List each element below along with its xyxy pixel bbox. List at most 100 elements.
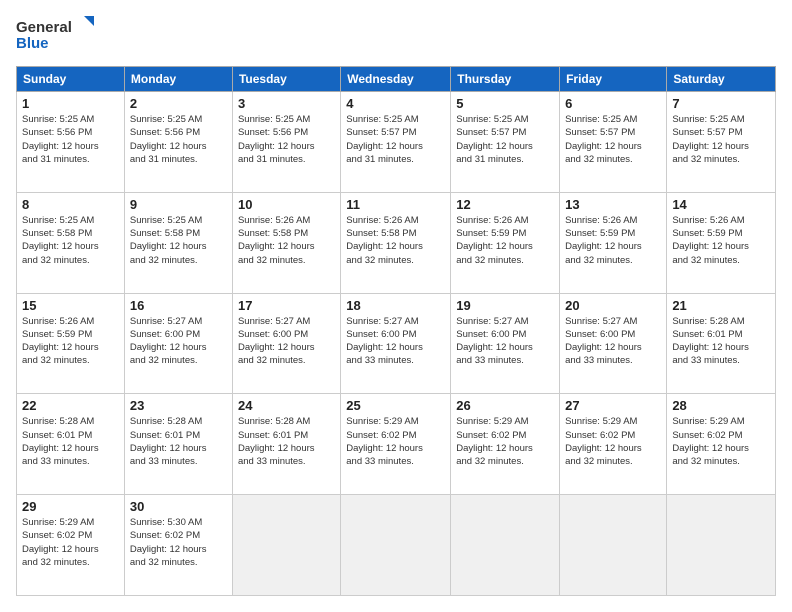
weekday-row: SundayMondayTuesdayWednesdayThursdayFrid… (17, 67, 776, 92)
day-number: 24 (238, 398, 335, 413)
svg-text:Blue: Blue (16, 35, 49, 52)
day-number: 9 (130, 197, 227, 212)
day-info: Sunrise: 5:26 AM Sunset: 5:59 PM Dayligh… (456, 214, 554, 267)
calendar-cell: 3 Sunrise: 5:25 AM Sunset: 5:56 PM Daylig… (232, 92, 340, 193)
day-number: 12 (456, 197, 554, 212)
logo-svg: General Blue (16, 16, 96, 52)
day-info: Sunrise: 5:25 AM Sunset: 5:56 PM Dayligh… (238, 113, 335, 166)
calendar-cell: 29Sunrise: 5:29 AM Sunset: 6:02 PM Dayli… (17, 495, 125, 596)
day-info: Sunrise: 5:26 AM Sunset: 5:59 PM Dayligh… (565, 214, 661, 267)
calendar-cell: 27 Sunrise: 5:29 AM Sunset: 6:02 PM Dayli… (560, 394, 667, 495)
day-info: Sunrise: 5:29 AM Sunset: 6:02 PM Dayligh… (456, 415, 554, 468)
calendar-cell: 6 Sunrise: 5:25 AM Sunset: 5:57 PM Daylig… (560, 92, 667, 193)
day-number: 5 (456, 96, 554, 111)
day-number: 19 (456, 298, 554, 313)
day-info: Sunrise: 5:27 AM Sunset: 6:00 PM Dayligh… (238, 315, 335, 368)
calendar-week-row: 22 Sunrise: 5:28 AM Sunset: 6:01 PM Dayli… (17, 394, 776, 495)
calendar-body: 1Sunrise: 5:25 AM Sunset: 5:56 PM Daylig… (17, 92, 776, 596)
day-number: 20 (565, 298, 661, 313)
day-info: Sunrise: 5:29 AM Sunset: 6:02 PM Dayligh… (565, 415, 661, 468)
logo: General Blue (16, 16, 96, 52)
day-number: 27 (565, 398, 661, 413)
calendar-cell: 23 Sunrise: 5:28 AM Sunset: 6:01 PM Dayli… (124, 394, 232, 495)
calendar-cell: 13Sunrise: 5:26 AM Sunset: 5:59 PM Dayli… (560, 192, 667, 293)
day-number: 23 (130, 398, 227, 413)
calendar-cell: 9 Sunrise: 5:25 AM Sunset: 5:58 PM Daylig… (124, 192, 232, 293)
calendar-week-row: 1Sunrise: 5:25 AM Sunset: 5:56 PM Daylig… (17, 92, 776, 193)
day-info: Sunrise: 5:27 AM Sunset: 6:00 PM Dayligh… (456, 315, 554, 368)
day-number: 6 (565, 96, 661, 111)
calendar-cell: 28 Sunrise: 5:29 AM Sunset: 6:02 PM Dayli… (667, 394, 776, 495)
calendar-table: SundayMondayTuesdayWednesdayThursdayFrid… (16, 66, 776, 596)
page: General Blue SundayMondayTuesdayWednesda… (0, 0, 792, 612)
calendar-cell (451, 495, 560, 596)
day-info: Sunrise: 5:28 AM Sunset: 6:01 PM Dayligh… (22, 415, 119, 468)
day-info: Sunrise: 5:25 AM Sunset: 5:57 PM Dayligh… (672, 113, 770, 166)
day-info: Sunrise: 5:28 AM Sunset: 6:01 PM Dayligh… (130, 415, 227, 468)
day-number: 16 (130, 298, 227, 313)
day-number: 15 (22, 298, 119, 313)
day-info: Sunrise: 5:25 AM Sunset: 5:57 PM Dayligh… (565, 113, 661, 166)
day-info: Sunrise: 5:28 AM Sunset: 6:01 PM Dayligh… (672, 315, 770, 368)
day-number: 29 (22, 499, 119, 514)
calendar-cell: 7 Sunrise: 5:25 AM Sunset: 5:57 PM Daylig… (667, 92, 776, 193)
calendar-cell: 26 Sunrise: 5:29 AM Sunset: 6:02 PM Dayli… (451, 394, 560, 495)
calendar-cell: 5Sunrise: 5:25 AM Sunset: 5:57 PM Daylig… (451, 92, 560, 193)
day-number: 11 (346, 197, 445, 212)
weekday-header: Tuesday (232, 67, 340, 92)
calendar-cell: 8Sunrise: 5:25 AM Sunset: 5:58 PM Daylig… (17, 192, 125, 293)
day-number: 25 (346, 398, 445, 413)
weekday-header: Friday (560, 67, 667, 92)
day-info: Sunrise: 5:25 AM Sunset: 5:58 PM Dayligh… (130, 214, 227, 267)
calendar-cell: 18Sunrise: 5:27 AM Sunset: 6:00 PM Dayli… (341, 293, 451, 394)
header: General Blue (16, 16, 776, 52)
day-info: Sunrise: 5:26 AM Sunset: 5:59 PM Dayligh… (22, 315, 119, 368)
calendar-cell (667, 495, 776, 596)
calendar-cell: 21 Sunrise: 5:28 AM Sunset: 6:01 PM Dayli… (667, 293, 776, 394)
day-info: Sunrise: 5:29 AM Sunset: 6:02 PM Dayligh… (672, 415, 770, 468)
day-number: 22 (22, 398, 119, 413)
day-info: Sunrise: 5:25 AM Sunset: 5:56 PM Dayligh… (22, 113, 119, 166)
day-info: Sunrise: 5:29 AM Sunset: 6:02 PM Dayligh… (346, 415, 445, 468)
calendar-week-row: 15 Sunrise: 5:26 AM Sunset: 5:59 PM Dayli… (17, 293, 776, 394)
calendar-cell: 2 Sunrise: 5:25 AM Sunset: 5:56 PM Daylig… (124, 92, 232, 193)
calendar-cell: 25 Sunrise: 5:29 AM Sunset: 6:02 PM Dayli… (341, 394, 451, 495)
calendar-cell: 30Sunrise: 5:30 AM Sunset: 6:02 PM Dayli… (124, 495, 232, 596)
day-info: Sunrise: 5:26 AM Sunset: 5:59 PM Dayligh… (672, 214, 770, 267)
day-info: Sunrise: 5:25 AM Sunset: 5:57 PM Dayligh… (346, 113, 445, 166)
day-number: 2 (130, 96, 227, 111)
calendar-cell: 14 Sunrise: 5:26 AM Sunset: 5:59 PM Dayli… (667, 192, 776, 293)
calendar-cell (232, 495, 340, 596)
weekday-header: Thursday (451, 67, 560, 92)
calendar-cell (560, 495, 667, 596)
weekday-header: Saturday (667, 67, 776, 92)
day-info: Sunrise: 5:25 AM Sunset: 5:56 PM Dayligh… (130, 113, 227, 166)
calendar-cell: 17 Sunrise: 5:27 AM Sunset: 6:00 PM Dayli… (232, 293, 340, 394)
day-number: 14 (672, 197, 770, 212)
calendar-cell: 11Sunrise: 5:26 AM Sunset: 5:58 PM Dayli… (341, 192, 451, 293)
day-number: 26 (456, 398, 554, 413)
day-number: 28 (672, 398, 770, 413)
calendar-week-row: 8Sunrise: 5:25 AM Sunset: 5:58 PM Daylig… (17, 192, 776, 293)
calendar-header: SundayMondayTuesdayWednesdayThursdayFrid… (17, 67, 776, 92)
day-number: 17 (238, 298, 335, 313)
svg-text:General: General (16, 19, 72, 36)
day-number: 3 (238, 96, 335, 111)
day-number: 30 (130, 499, 227, 514)
day-info: Sunrise: 5:26 AM Sunset: 5:58 PM Dayligh… (238, 214, 335, 267)
weekday-header: Sunday (17, 67, 125, 92)
calendar-cell: 20 Sunrise: 5:27 AM Sunset: 6:00 PM Dayli… (560, 293, 667, 394)
day-number: 10 (238, 197, 335, 212)
calendar-cell: 16 Sunrise: 5:27 AM Sunset: 6:00 PM Dayli… (124, 293, 232, 394)
day-info: Sunrise: 5:27 AM Sunset: 6:00 PM Dayligh… (565, 315, 661, 368)
calendar-cell: 22 Sunrise: 5:28 AM Sunset: 6:01 PM Dayli… (17, 394, 125, 495)
day-number: 7 (672, 96, 770, 111)
day-info: Sunrise: 5:27 AM Sunset: 6:00 PM Dayligh… (130, 315, 227, 368)
day-number: 18 (346, 298, 445, 313)
calendar-cell (341, 495, 451, 596)
weekday-header: Wednesday (341, 67, 451, 92)
day-number: 21 (672, 298, 770, 313)
calendar-cell: 19 Sunrise: 5:27 AM Sunset: 6:00 PM Dayli… (451, 293, 560, 394)
calendar-cell: 12 Sunrise: 5:26 AM Sunset: 5:59 PM Dayli… (451, 192, 560, 293)
day-info: Sunrise: 5:28 AM Sunset: 6:01 PM Dayligh… (238, 415, 335, 468)
